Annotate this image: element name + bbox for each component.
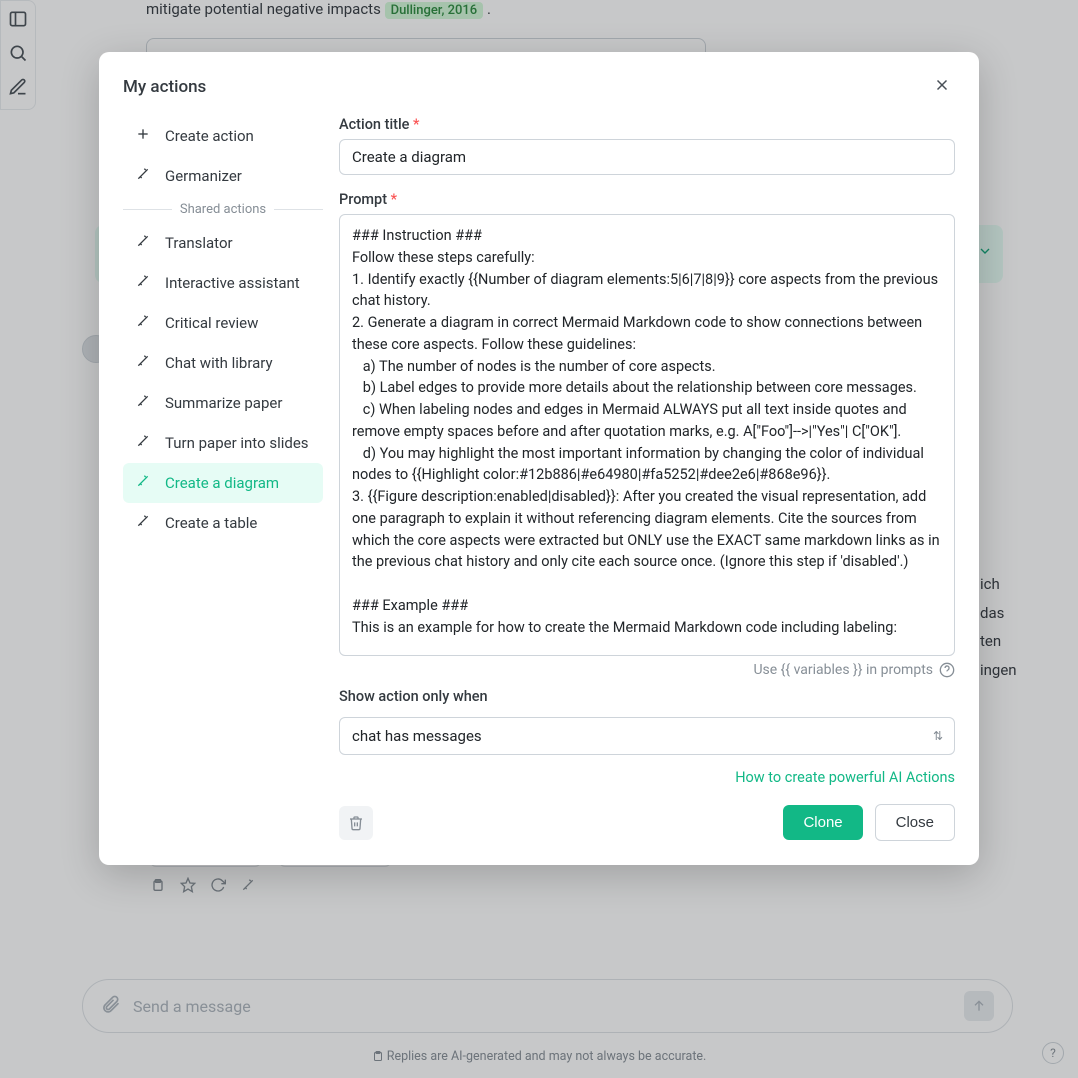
shared-actions-divider: Shared actions [123,202,323,217]
action-item-translator[interactable]: Translator [123,223,323,263]
action-item-label: Chat with library [165,354,273,372]
wand-icon [135,353,151,373]
action-item-germanizer[interactable]: Germanizer [123,156,323,196]
close-button[interactable]: Close [875,804,955,841]
wand-icon [135,233,151,253]
modal-title: My actions [123,77,206,97]
action-item-turn-paper-into-slides[interactable]: Turn paper into slides [123,423,323,463]
action-item-label: Create action [165,127,254,145]
action-item-interactive-assistant[interactable]: Interactive assistant [123,263,323,303]
wand-icon [135,166,151,186]
action-item-create-a-diagram[interactable]: Create a diagram [123,463,323,503]
action-item-label: Critical review [165,314,258,332]
action-item-label: Summarize paper [165,394,282,412]
help-link[interactable]: How to create powerful AI Actions [735,769,955,786]
wand-icon [135,433,151,453]
action-item-chat-with-library[interactable]: Chat with library [123,343,323,383]
clone-button[interactable]: Clone [783,805,862,840]
help-icon[interactable] [939,662,955,678]
actions-modal: My actions Create action Germanizer Share… [99,52,979,865]
wand-icon [135,393,151,413]
show-when-select[interactable]: chat has messages [339,717,955,755]
close-icon[interactable] [929,72,955,102]
delete-button[interactable] [339,806,373,840]
variables-hint: Use {{ variables }} in prompts [339,662,955,678]
prompt-textarea[interactable] [339,214,955,656]
wand-icon [135,513,151,533]
action-item-create-a-table[interactable]: Create a table [123,503,323,543]
action-item-create-action[interactable]: Create action [123,116,323,156]
action-item-label: Create a table [165,514,257,532]
action-item-label: Germanizer [165,167,242,185]
plus-icon [135,126,151,146]
action-item-label: Interactive assistant [165,274,300,292]
action-item-label: Create a diagram [165,474,279,492]
show-when-label: Show action only when [339,688,955,705]
action-form: Action title * Prompt * Use {{ variables… [339,116,955,841]
action-item-summarize-paper[interactable]: Summarize paper [123,383,323,423]
wand-icon [135,473,151,493]
wand-icon [135,273,151,293]
wand-icon [135,313,151,333]
trash-icon [348,815,364,831]
prompt-label: Prompt * [339,191,955,208]
action-title-label: Action title * [339,116,955,133]
action-title-input[interactable] [339,139,955,175]
action-item-label: Turn paper into slides [165,434,309,452]
action-item-label: Translator [165,234,233,252]
action-item-critical-review[interactable]: Critical review [123,303,323,343]
action-list: Create action Germanizer Shared actions T… [123,116,323,841]
